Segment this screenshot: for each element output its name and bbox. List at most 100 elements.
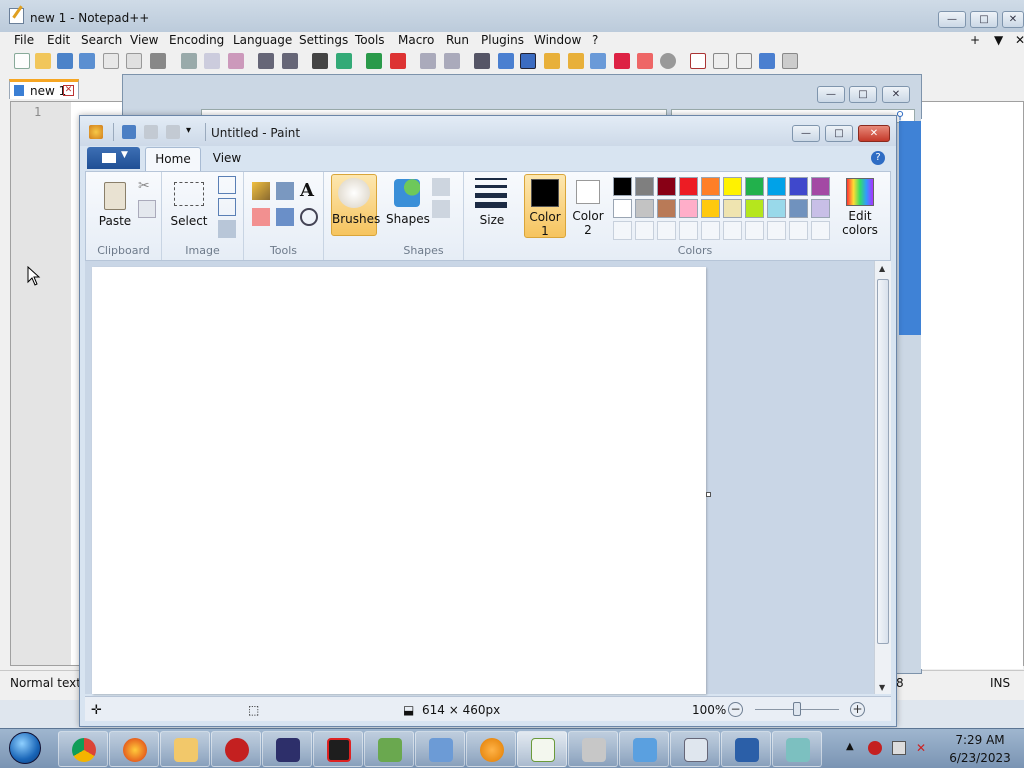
palette-swatch[interactable] xyxy=(789,199,808,218)
save-icon[interactable] xyxy=(122,125,136,139)
menu-settings[interactable]: Settings xyxy=(299,33,348,47)
background-minimize-button[interactable]: — xyxy=(817,86,845,103)
rotate-icon[interactable] xyxy=(218,220,236,238)
crop-icon[interactable] xyxy=(218,176,236,194)
zoom-out-icon[interactable] xyxy=(390,53,406,69)
taskbar-search-app[interactable] xyxy=(466,731,516,767)
undo-icon[interactable] xyxy=(258,53,274,69)
palette-swatch[interactable] xyxy=(723,199,742,218)
custom-color-slot[interactable] xyxy=(657,221,676,240)
scroll-up-icon[interactable]: ▲ xyxy=(879,264,885,273)
drawing-canvas[interactable] xyxy=(92,267,706,694)
pencil-icon[interactable] xyxy=(252,182,270,200)
magnifier-icon[interactable] xyxy=(300,208,318,226)
zoom-in-icon[interactable] xyxy=(366,53,382,69)
customize-quick-access-icon[interactable]: ▾ xyxy=(186,125,200,139)
fill-shape-icon[interactable] xyxy=(432,200,450,218)
menu-plugins[interactable]: Plugins xyxy=(481,33,524,47)
indent-guide-icon[interactable] xyxy=(520,53,536,69)
menu-list-tabs[interactable]: ▼ xyxy=(994,33,1003,47)
new-file-icon[interactable] xyxy=(14,53,30,69)
color1-button[interactable]: Color 1 xyxy=(524,174,566,238)
find-icon[interactable] xyxy=(312,53,328,69)
palette-swatch[interactable] xyxy=(679,177,698,196)
palette-swatch[interactable] xyxy=(811,199,830,218)
undo-icon[interactable] xyxy=(144,125,158,139)
zoom-in-button[interactable]: + xyxy=(850,702,865,717)
menu-help[interactable]: ? xyxy=(592,33,598,47)
notepadpp-titlebar[interactable]: new 1 - Notepad++ — □ ✕ xyxy=(0,0,1024,32)
palette-swatch[interactable] xyxy=(635,177,654,196)
folder-workspace-icon[interactable] xyxy=(590,53,606,69)
tab-view[interactable]: View xyxy=(205,147,249,171)
palette-swatch[interactable] xyxy=(701,177,720,196)
shapes-button[interactable]: Shapes xyxy=(386,176,430,234)
close-file-icon[interactable] xyxy=(103,53,119,69)
menu-view[interactable]: View xyxy=(130,33,158,47)
start-recording-icon[interactable] xyxy=(690,53,706,69)
paint-app-icon[interactable] xyxy=(89,125,103,139)
copy-icon[interactable] xyxy=(204,53,220,69)
custom-color-slot[interactable] xyxy=(767,221,786,240)
palette-swatch[interactable] xyxy=(657,199,676,218)
menu-run[interactable]: Run xyxy=(446,33,469,47)
cut-icon[interactable] xyxy=(181,53,197,69)
paint-minimize-button[interactable]: — xyxy=(792,125,820,142)
brushes-button[interactable]: Brushes xyxy=(331,174,380,236)
palette-swatch[interactable] xyxy=(811,177,830,196)
custom-color-slot[interactable] xyxy=(701,221,720,240)
edit-colors-button[interactable]: Edit colors xyxy=(838,174,882,238)
taskbar-calculator[interactable] xyxy=(670,731,720,767)
menu-new-tab[interactable]: + xyxy=(970,33,980,47)
tray-app-icon[interactable] xyxy=(868,741,882,755)
custom-color-slot[interactable] xyxy=(811,221,830,240)
taskbar-app-plane[interactable] xyxy=(619,731,669,767)
menu-edit[interactable]: Edit xyxy=(47,33,70,47)
palette-swatch[interactable] xyxy=(789,177,808,196)
help-icon[interactable]: ? xyxy=(871,151,885,165)
resize-icon[interactable] xyxy=(218,198,236,216)
size-button[interactable]: Size xyxy=(470,176,514,238)
background-close-button[interactable]: ✕ xyxy=(882,86,910,103)
scroll-down-icon[interactable]: ▼ xyxy=(879,683,885,692)
volume-muted-icon[interactable]: ✕ xyxy=(916,741,930,755)
palette-swatch[interactable] xyxy=(745,199,764,218)
custom-color-slot[interactable] xyxy=(679,221,698,240)
copy-icon[interactable] xyxy=(138,200,156,218)
macro-record-icon[interactable] xyxy=(637,53,653,69)
vertical-scrollbar[interactable]: ▲ ▼ xyxy=(874,261,891,694)
menu-window[interactable]: Window xyxy=(534,33,581,47)
background-maximize-button[interactable]: □ xyxy=(849,86,877,103)
monitoring-icon[interactable] xyxy=(614,53,630,69)
color-picker-icon[interactable] xyxy=(276,208,294,226)
text-icon[interactable]: A xyxy=(300,180,318,201)
palette-swatch[interactable] xyxy=(701,199,720,218)
taskbar-app-checklist[interactable] xyxy=(364,731,414,767)
taskbar-control-panel[interactable] xyxy=(415,731,465,767)
taskbar-remote-desktop[interactable] xyxy=(721,731,771,767)
menu-encoding[interactable]: Encoding xyxy=(169,33,224,47)
palette-swatch[interactable] xyxy=(745,177,764,196)
color2-button[interactable]: Color 2 xyxy=(568,174,608,238)
palette-swatch[interactable] xyxy=(613,199,632,218)
custom-color-slot[interactable] xyxy=(613,221,632,240)
notepadpp-maximize-button[interactable]: □ xyxy=(970,11,998,28)
palette-swatch[interactable] xyxy=(679,199,698,218)
taskbar-notepadpp[interactable] xyxy=(517,731,567,767)
close-all-icon[interactable] xyxy=(126,53,142,69)
palette-swatch[interactable] xyxy=(657,177,676,196)
eraser-icon[interactable] xyxy=(252,208,270,226)
zoom-slider-thumb[interactable] xyxy=(793,702,801,716)
tab-close-icon[interactable]: ✕ xyxy=(63,85,74,96)
taskbar-firefox[interactable] xyxy=(109,731,159,767)
paint-titlebar[interactable]: ▾ Untitled - Paint — □ ✕ xyxy=(80,116,896,146)
redo-icon[interactable] xyxy=(166,125,180,139)
clock-time[interactable]: 7:29 AM xyxy=(945,733,1015,747)
palette-swatch[interactable] xyxy=(635,199,654,218)
custom-color-slot[interactable] xyxy=(723,221,742,240)
taskbar-printer[interactable] xyxy=(568,731,618,767)
save-macro-icon[interactable] xyxy=(782,53,798,69)
notepadpp-minimize-button[interactable]: — xyxy=(938,11,966,28)
function-list-icon[interactable] xyxy=(568,53,584,69)
run-multiple-icon[interactable] xyxy=(759,53,775,69)
